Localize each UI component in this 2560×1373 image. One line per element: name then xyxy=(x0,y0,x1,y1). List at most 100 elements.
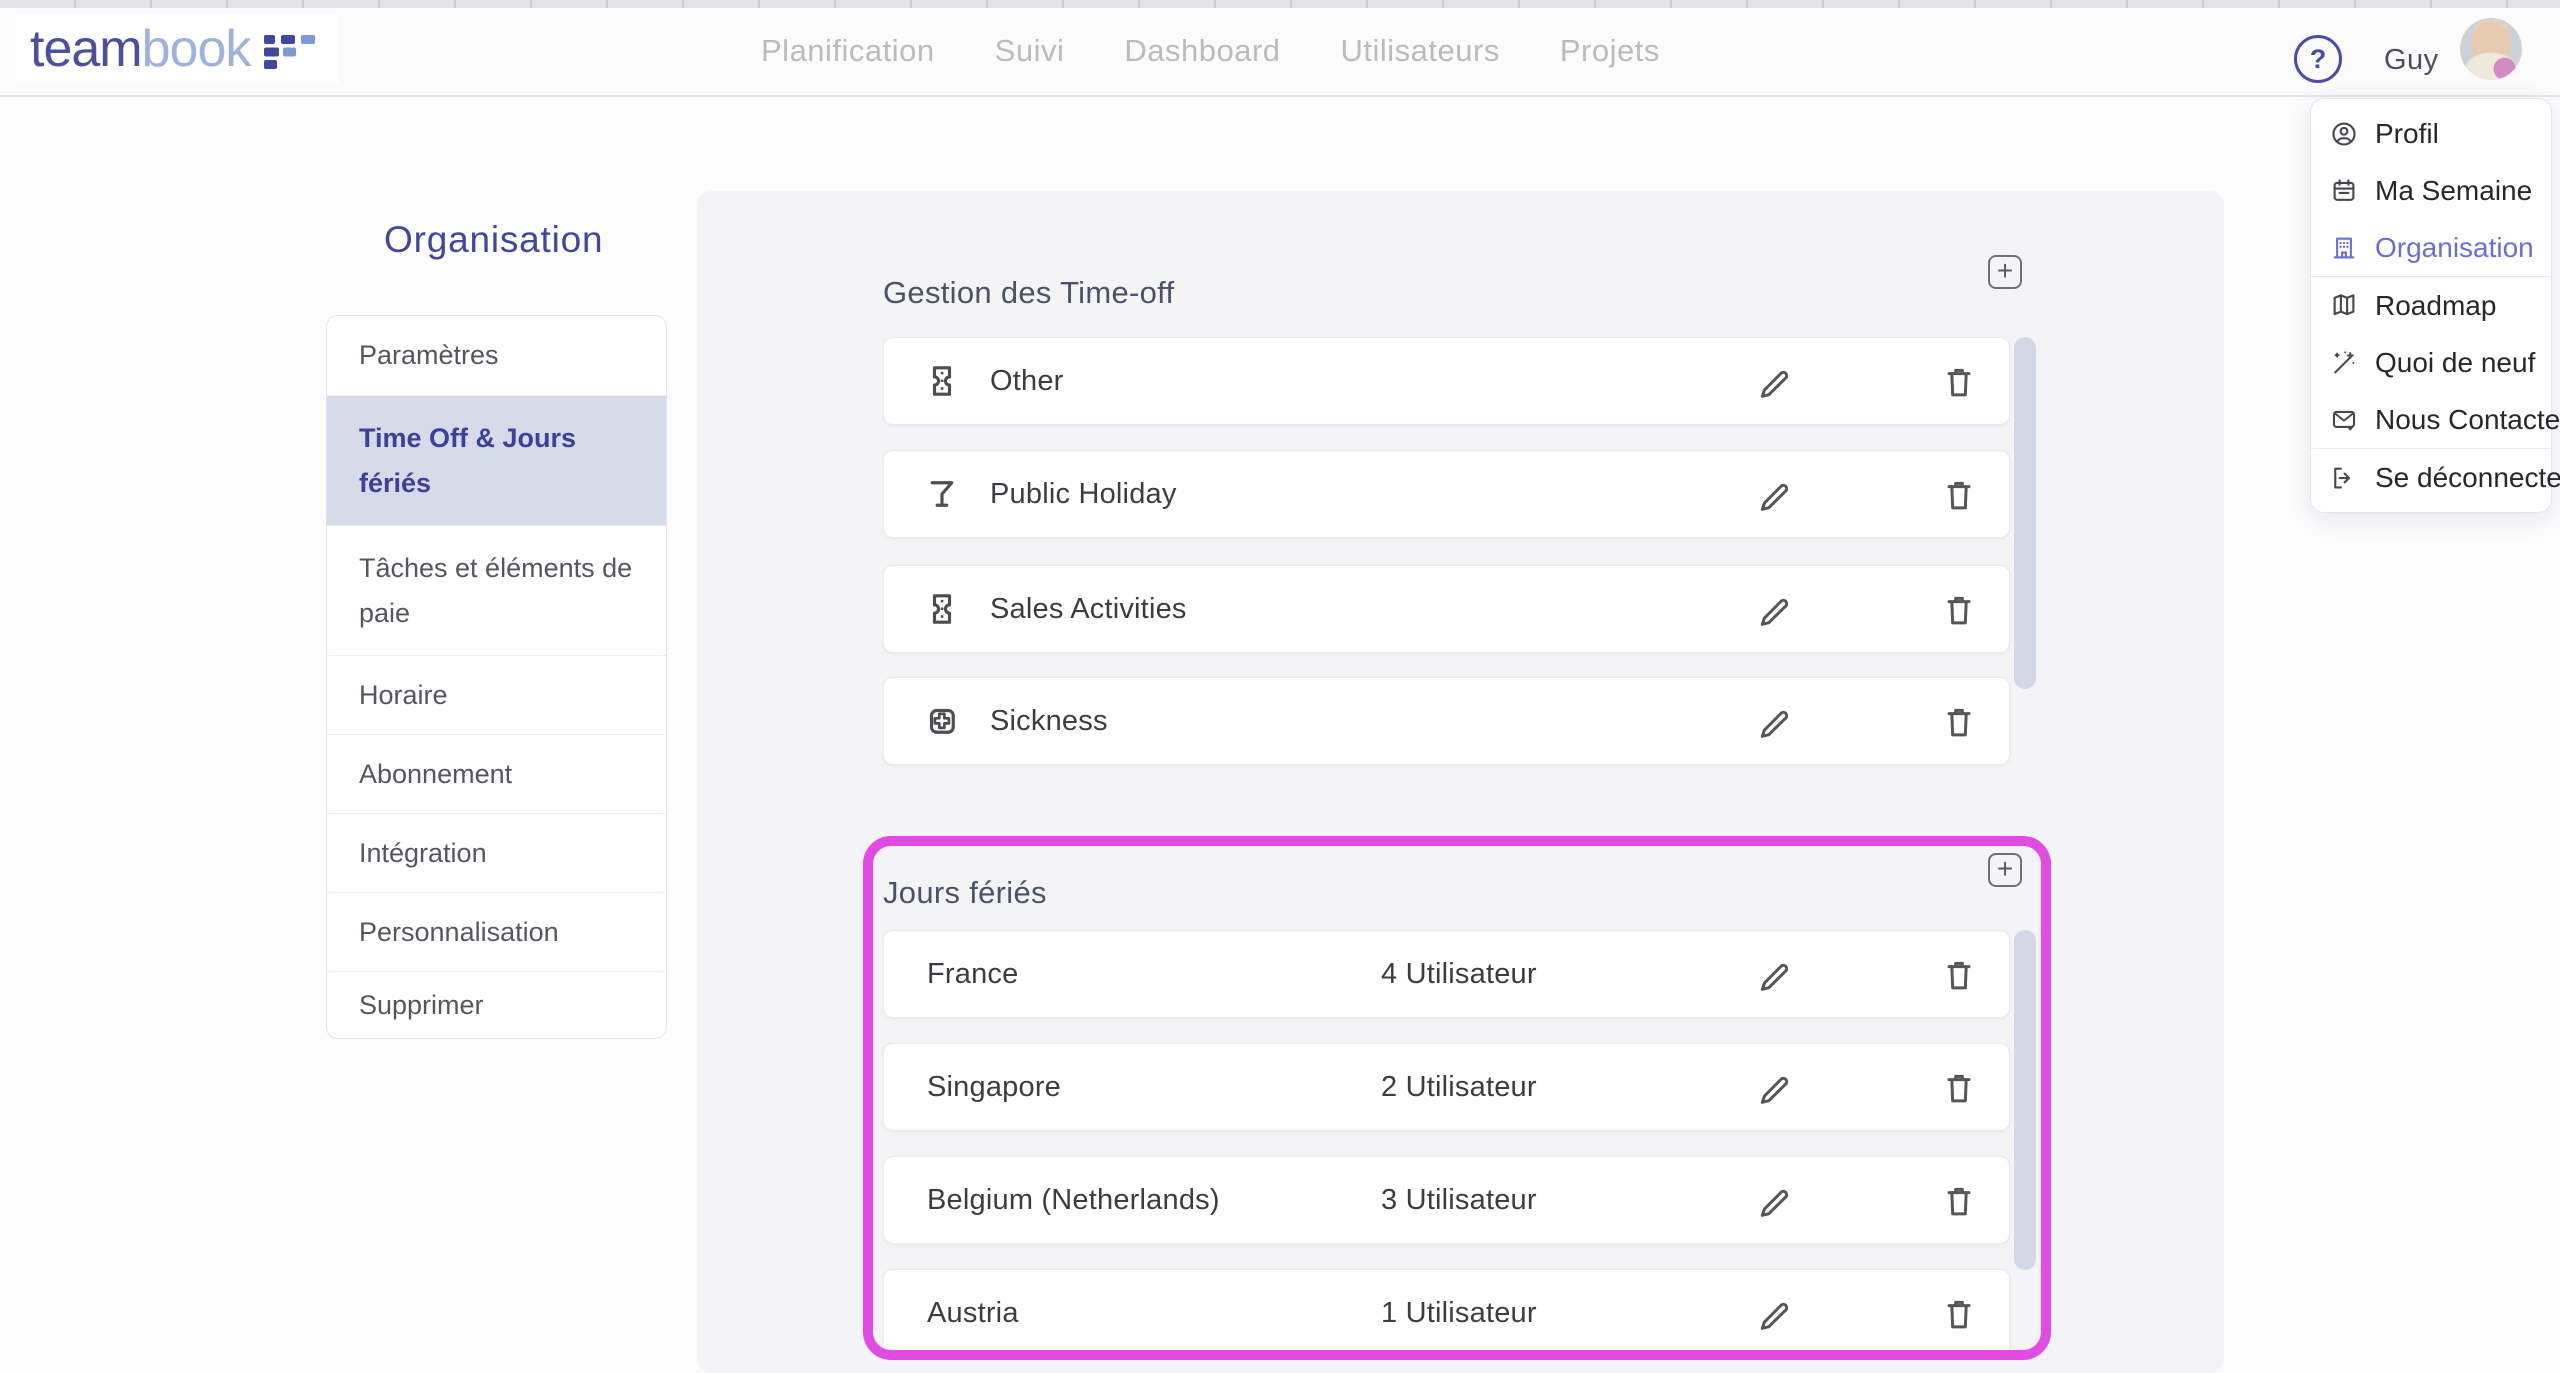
app-logo: teambook xyxy=(16,14,338,84)
delete-button[interactable] xyxy=(1937,588,1981,632)
menu-item-roadmap[interactable]: Roadmap xyxy=(2311,277,2551,334)
menu-item-label: Roadmap xyxy=(2375,290,2496,322)
logo-team-text: team xyxy=(30,20,142,78)
nav-dashboard[interactable]: Dashboard xyxy=(1124,33,1280,69)
sidebar-item-horaire[interactable]: Horaire xyxy=(327,655,666,734)
menu-item-se-deconnecter[interactable]: Se déconnecter xyxy=(2311,449,2551,506)
menu-item-ma-semaine[interactable]: Ma Semaine xyxy=(2311,162,2551,219)
sidebar-item-integration[interactable]: Intégration xyxy=(327,813,666,892)
timeoff-scrollbar[interactable] xyxy=(2014,337,2036,689)
holiday-user-count: 3 Utilisateur xyxy=(1381,1184,1537,1217)
user-circle-icon xyxy=(2329,119,2359,149)
holiday-user-count: 1 Utilisateur xyxy=(1381,1297,1537,1330)
timeoff-row-label: Sickness xyxy=(990,705,1108,738)
sidebar-item-taches-paie[interactable]: Tâches et éléments de paie xyxy=(327,525,666,655)
menu-item-label: Se déconnecter xyxy=(2375,462,2560,494)
holiday-row: Singapore 2 Utilisateur xyxy=(883,1043,2010,1131)
timeoff-row: Other xyxy=(883,337,2010,425)
menu-item-organisation[interactable]: Organisation xyxy=(2311,219,2551,276)
nav-projets[interactable]: Projets xyxy=(1560,33,1660,69)
timeoff-row-label: Sales Activities xyxy=(990,593,1187,626)
add-holiday-button[interactable]: + xyxy=(1988,853,2022,887)
sidebar-item-label: Horaire xyxy=(359,673,448,718)
sidebar-item-label: Personnalisation xyxy=(359,910,559,955)
martini-icon xyxy=(924,476,960,512)
sidebar-item-time-off[interactable]: Time Off & Jours fériés xyxy=(327,395,666,525)
edit-button[interactable] xyxy=(1751,1066,1795,1110)
menu-item-label: Nous Contacter xyxy=(2375,404,2560,436)
edit-button[interactable] xyxy=(1751,700,1795,744)
timeoff-row-label: Public Holiday xyxy=(990,478,1177,511)
delete-button[interactable] xyxy=(1937,1066,1981,1110)
timeoff-section-title: Gestion des Time-off xyxy=(883,275,1174,311)
magic-wand-icon xyxy=(2329,348,2359,378)
edit-button[interactable] xyxy=(1751,588,1795,632)
edit-button[interactable] xyxy=(1751,1179,1795,1223)
sidebar-item-label: Tâches et éléments de paie xyxy=(359,546,646,636)
ticket-icon xyxy=(924,591,960,627)
holidays-scrollbar[interactable] xyxy=(2014,930,2036,1270)
menu-item-nous-contacter[interactable]: Nous Contacter xyxy=(2311,391,2551,448)
top-bar: teambook Planification Suivi Dashboard U… xyxy=(0,8,2560,97)
sidebar-item-abonnement[interactable]: Abonnement xyxy=(327,734,666,813)
delete-button[interactable] xyxy=(1937,953,1981,997)
plus-icon: + xyxy=(1997,855,2013,883)
map-icon xyxy=(2329,291,2359,321)
logo-book-text: book xyxy=(142,20,251,78)
delete-button[interactable] xyxy=(1937,1292,1981,1336)
user-dropdown-menu: Profil Ma Semaine Organisation Roadmap xyxy=(2310,98,2552,513)
logo-blocks-icon xyxy=(264,35,316,69)
menu-item-label: Organisation xyxy=(2375,232,2534,264)
user-name: Guy xyxy=(2384,44,2439,77)
holiday-row-label: Austria xyxy=(927,1297,1019,1330)
main-nav: Planification Suivi Dashboard Utilisateu… xyxy=(761,8,1660,93)
holiday-row-label: France xyxy=(927,958,1018,991)
holiday-row: Austria 1 Utilisateur xyxy=(883,1269,2010,1357)
first-aid-icon xyxy=(924,703,960,739)
edit-button[interactable] xyxy=(1751,473,1795,517)
sidebar-item-personnalisation[interactable]: Personnalisation xyxy=(327,892,666,971)
sidebar-item-label: Intégration xyxy=(359,831,487,876)
holiday-user-count: 2 Utilisateur xyxy=(1381,1071,1537,1104)
app-screen: teambook Planification Suivi Dashboard U… xyxy=(0,0,2560,1373)
holidays-section-title: Jours fériés xyxy=(883,875,1047,911)
timeoff-row-label: Other xyxy=(990,365,1064,398)
holiday-user-count: 4 Utilisateur xyxy=(1381,958,1537,991)
delete-button[interactable] xyxy=(1937,360,1981,404)
browser-tab-strip xyxy=(0,0,2560,8)
add-timeoff-button[interactable]: + xyxy=(1988,255,2022,289)
logout-icon xyxy=(2329,463,2359,493)
nav-utilisateurs[interactable]: Utilisateurs xyxy=(1341,33,1500,69)
sidebar-item-label: Time Off & Jours fériés xyxy=(359,416,646,506)
nav-planification[interactable]: Planification xyxy=(761,33,935,69)
help-glyph: ? xyxy=(2310,44,2327,75)
holiday-row: France 4 Utilisateur xyxy=(883,930,2010,1018)
holiday-row-label: Belgium (Netherlands) xyxy=(927,1184,1220,1217)
sidebar-item-label: Supprimer xyxy=(359,983,484,1028)
menu-item-quoi-de-neuf[interactable]: Quoi de neuf xyxy=(2311,334,2551,391)
plus-icon: + xyxy=(1997,257,2013,285)
sidebar-item-supprimer[interactable]: Supprimer xyxy=(327,971,666,1038)
help-icon[interactable]: ? xyxy=(2294,35,2342,83)
edit-button[interactable] xyxy=(1751,953,1795,997)
holiday-row: Belgium (Netherlands) 3 Utilisateur xyxy=(883,1156,2010,1244)
logo-text: teambook xyxy=(30,23,250,75)
menu-item-profil[interactable]: Profil xyxy=(2311,105,2551,162)
building-icon xyxy=(2329,233,2359,263)
timeoff-row: Sales Activities xyxy=(883,565,2010,653)
delete-button[interactable] xyxy=(1937,700,1981,744)
menu-item-label: Quoi de neuf xyxy=(2375,347,2535,379)
sidebar-item-parametres[interactable]: Paramètres xyxy=(327,316,666,395)
sidebar-item-label: Paramètres xyxy=(359,333,499,378)
timeoff-row: Public Holiday xyxy=(883,450,2010,538)
delete-button[interactable] xyxy=(1937,473,1981,517)
edit-button[interactable] xyxy=(1751,360,1795,404)
settings-sidebar: Paramètres Time Off & Jours fériés Tâche… xyxy=(326,315,667,1039)
delete-button[interactable] xyxy=(1937,1179,1981,1223)
main-panel: Gestion des Time-off + Other Public Holi… xyxy=(697,191,2224,1373)
avatar[interactable] xyxy=(2460,18,2522,80)
timeoff-row: Sickness xyxy=(883,677,2010,765)
edit-button[interactable] xyxy=(1751,1292,1795,1336)
sidebar-item-label: Abonnement xyxy=(359,752,512,797)
nav-suivi[interactable]: Suivi xyxy=(995,33,1065,69)
